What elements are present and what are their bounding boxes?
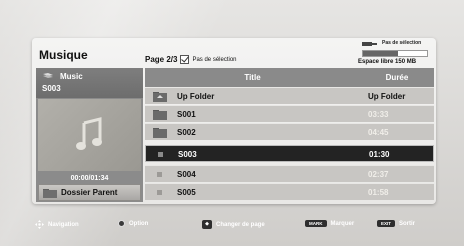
page-change-icon: ◆: [202, 220, 212, 229]
navigation-icon: [35, 220, 44, 229]
list-item-selected[interactable]: S003 01:30: [145, 145, 434, 162]
music-file-icon: [157, 190, 162, 195]
footer-navigation: Navigation: [35, 220, 79, 229]
folder-icon: [153, 110, 167, 120]
page-title: Musique: [39, 48, 88, 62]
list-item-name: Up Folder: [177, 92, 215, 101]
footer-help-bar: Navigation Option ◆ Changer de page MARK…: [22, 214, 442, 234]
list-item[interactable]: S004 02:37: [145, 165, 434, 182]
storage-label: Pas de sélection: [382, 40, 422, 46]
list-item-duration: 01:58: [368, 188, 389, 197]
parent-folder-button[interactable]: Dossier Parent: [38, 184, 141, 201]
column-duration: Durée: [385, 73, 409, 82]
music-note-icon: [76, 117, 102, 150]
mark-key-icon: MARK: [305, 220, 327, 227]
footer-option-label: Option: [129, 220, 149, 227]
checkbox-icon: [180, 55, 190, 64]
column-title: Title: [244, 73, 261, 82]
footer-mark: MARK Marquer: [305, 220, 354, 227]
storage-bar: [362, 50, 428, 57]
folder-icon: [43, 188, 57, 198]
folder-up-icon: [153, 92, 167, 102]
page-number: Page 2/3: [145, 55, 178, 64]
footer-mark-label: Marquer: [330, 220, 355, 227]
footer-exit-label: Sortir: [399, 220, 416, 227]
usb-icon: [362, 42, 377, 46]
footer-exit: EXIT Sortir: [377, 220, 415, 227]
list-item-duration: 01:30: [369, 150, 390, 159]
list-item-name: S002: [177, 128, 196, 137]
list-item-name: S003: [178, 150, 197, 159]
now-playing-header: Music S003: [36, 68, 143, 98]
list-item-duration: 03:33: [368, 110, 389, 119]
now-playing-track: S003: [42, 84, 61, 93]
file-list: Title Durée Up Folder Up Folder S001 03:…: [145, 68, 434, 202]
music-folder-icon: [43, 73, 53, 78]
option-icon: [118, 220, 125, 227]
list-item[interactable]: S005 01:58: [145, 183, 434, 200]
list-item[interactable]: S002 04:45: [145, 123, 434, 140]
footer-page-change: ◆ Changer de page: [202, 220, 265, 229]
storage-fill: [363, 51, 399, 56]
album-art: [38, 99, 141, 171]
music-file-icon: [158, 152, 163, 157]
music-file-icon: [157, 172, 162, 177]
list-item[interactable]: Up Folder Up Folder: [145, 87, 434, 104]
exit-key-icon: EXIT: [377, 220, 396, 227]
list-header: Title Durée: [145, 68, 434, 87]
list-item-name: S004: [177, 170, 196, 179]
list-item-name: S005: [177, 188, 196, 197]
list-item-duration: 04:45: [368, 128, 389, 137]
list-item[interactable]: S001 03:33: [145, 105, 434, 122]
now-playing-folder: Music: [60, 72, 83, 81]
list-item-duration: 02:37: [368, 170, 389, 179]
footer-option: Option: [118, 220, 148, 227]
folder-icon: [153, 128, 167, 138]
storage-free-space: Espace libre 150 MB: [358, 59, 417, 65]
parent-folder-label: Dossier Parent: [61, 188, 118, 197]
storage-info: Pas de sélection Espace libre 150 MB: [358, 38, 434, 68]
footer-navigation-label: Navigation: [48, 221, 79, 228]
list-item-name: S001: [177, 110, 196, 119]
list-item-duration: Up Folder: [368, 92, 406, 101]
now-playing-panel: Music S003 00:00/01:34: [36, 68, 143, 202]
page-indicator: Page 2/3 Pas de sélection: [145, 55, 237, 64]
selection-status: Pas de sélection: [192, 56, 237, 63]
footer-page-change-label: Changer de page: [216, 221, 265, 228]
